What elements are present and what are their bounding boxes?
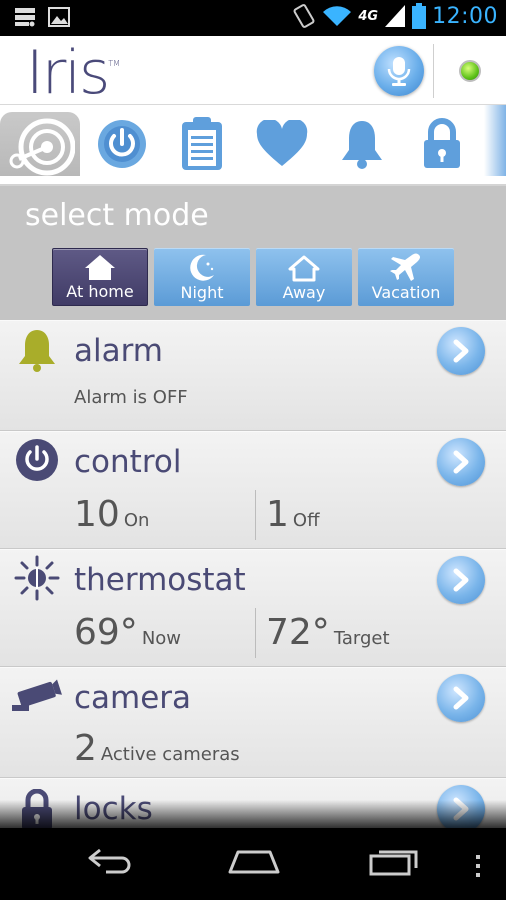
vibrate-icon <box>293 4 315 28</box>
mode-buttons: At home Night Away Vacation <box>52 248 454 306</box>
thermostat-target-value: 72° <box>266 612 330 653</box>
thermostat-now-stat: 69° Now <box>74 612 181 653</box>
bottom-fade <box>0 800 506 830</box>
mode-vacation-button[interactable]: Vacation <box>358 248 454 306</box>
battery-icon <box>412 3 427 29</box>
mode-vacation-label: Vacation <box>371 283 441 302</box>
airplane-icon <box>390 253 421 281</box>
image-icon <box>48 7 70 27</box>
mode-night-label: Night <box>180 283 224 302</box>
chevron-right-icon <box>453 686 469 710</box>
control-card[interactable]: control 10 On 1 Off <box>0 431 506 549</box>
camera-arrow-button[interactable] <box>437 674 485 722</box>
overflow-menu-button[interactable] <box>474 854 482 878</box>
thermostat-arrow-button[interactable] <box>437 556 485 604</box>
camera-active-label: Active cameras <box>100 744 240 765</box>
clipboard-icon <box>182 117 222 170</box>
recents-icon <box>369 850 418 876</box>
signal-icon <box>385 5 406 27</box>
thermostat-target-stat: 72° Target <box>266 612 390 653</box>
connection-status-icon[interactable] <box>459 60 481 82</box>
system-nav-bar <box>0 828 506 900</box>
mode-at-home-label: At home <box>66 282 134 301</box>
camera-card[interactable]: camera 2 Active cameras <box>0 667 506 778</box>
microphone-icon <box>387 57 411 86</box>
screen: 4G 12:00 IrisTM select mode At home Nigh… <box>0 0 506 900</box>
control-arrow-button[interactable] <box>437 438 485 486</box>
tab-history[interactable] <box>162 111 242 177</box>
home-outline-icon <box>228 850 280 874</box>
alarm-status: Alarm is OFF <box>74 387 188 408</box>
radar-icon <box>9 118 75 175</box>
recents-button[interactable] <box>368 846 420 876</box>
mode-at-home-button[interactable]: At home <box>52 248 148 306</box>
home-button[interactable] <box>226 846 282 876</box>
mode-panel: select mode At home Night Away Vacation <box>0 186 506 320</box>
network-type: 4G <box>358 8 379 24</box>
mode-away-label: Away <box>282 283 326 302</box>
tab-health[interactable] <box>242 111 322 177</box>
tab-dashboard[interactable] <box>0 112 80 181</box>
logo-text: Iris <box>26 38 110 108</box>
mode-night-button[interactable]: Night <box>154 248 250 306</box>
camera-title: camera <box>74 680 192 716</box>
camera-icon <box>10 676 62 722</box>
mode-title: select mode <box>25 198 209 233</box>
control-power-icon <box>14 437 60 483</box>
home-icon <box>85 255 115 280</box>
iris-logo: IrisTM <box>26 38 120 105</box>
tab-alarm[interactable] <box>322 111 402 177</box>
overflow-menu-icon <box>476 855 480 877</box>
thermostat-now-label: Now <box>141 628 182 649</box>
chevron-right-icon <box>453 450 469 474</box>
system-icons: 4G 12:00 <box>292 3 498 29</box>
house-outline-icon <box>288 255 320 282</box>
control-on-stat: 10 On <box>74 494 149 535</box>
control-off-stat: 1 Off <box>266 494 319 535</box>
thermostat-sun-snow-icon <box>14 555 60 601</box>
mode-away-button[interactable]: Away <box>256 248 352 306</box>
notification-icons <box>14 7 70 27</box>
tab-locks[interactable] <box>402 111 482 177</box>
thermostat-target-label: Target <box>333 628 390 649</box>
thermostat-card[interactable]: thermostat 69° Now 72° Target <box>0 549 506 667</box>
chevron-right-icon <box>453 339 469 363</box>
wifi-icon <box>323 6 352 26</box>
lock-icon <box>424 118 460 168</box>
tab-scroll-edge <box>484 105 506 181</box>
chevron-right-icon <box>453 568 469 592</box>
logo-tm: TM <box>108 59 121 68</box>
camera-active-stat: 2 Active cameras <box>74 728 240 769</box>
status-bar: 4G 12:00 <box>0 0 506 36</box>
alarm-arrow-button[interactable] <box>437 327 485 375</box>
back-button[interactable] <box>86 846 136 876</box>
storage-icon <box>15 8 35 27</box>
moon-icon <box>190 254 214 281</box>
tab-underline <box>0 176 506 186</box>
control-title: control <box>74 444 182 480</box>
alarm-title: alarm <box>74 333 164 369</box>
control-on-value: 10 <box>74 494 120 535</box>
header-divider <box>433 44 434 98</box>
thermostat-title: thermostat <box>74 562 246 598</box>
thermostat-now-value: 69° <box>74 612 138 653</box>
camera-active-value: 2 <box>74 728 97 769</box>
heart-icon <box>256 120 308 166</box>
alarm-card[interactable]: alarm Alarm is OFF <box>0 320 506 431</box>
tab-control[interactable] <box>82 111 162 177</box>
back-icon <box>88 848 131 874</box>
control-on-label: On <box>123 510 150 531</box>
voice-button[interactable] <box>374 46 424 96</box>
control-divider <box>255 490 256 540</box>
tab-bar <box>0 104 506 181</box>
alarm-bell-icon <box>14 327 60 373</box>
clock: 12:00 <box>432 3 498 29</box>
thermostat-divider <box>255 608 256 658</box>
app-header: IrisTM <box>0 36 506 105</box>
power-icon <box>98 120 146 168</box>
control-off-value: 1 <box>266 494 289 535</box>
control-off-label: Off <box>292 510 320 531</box>
bell-icon <box>342 121 382 169</box>
